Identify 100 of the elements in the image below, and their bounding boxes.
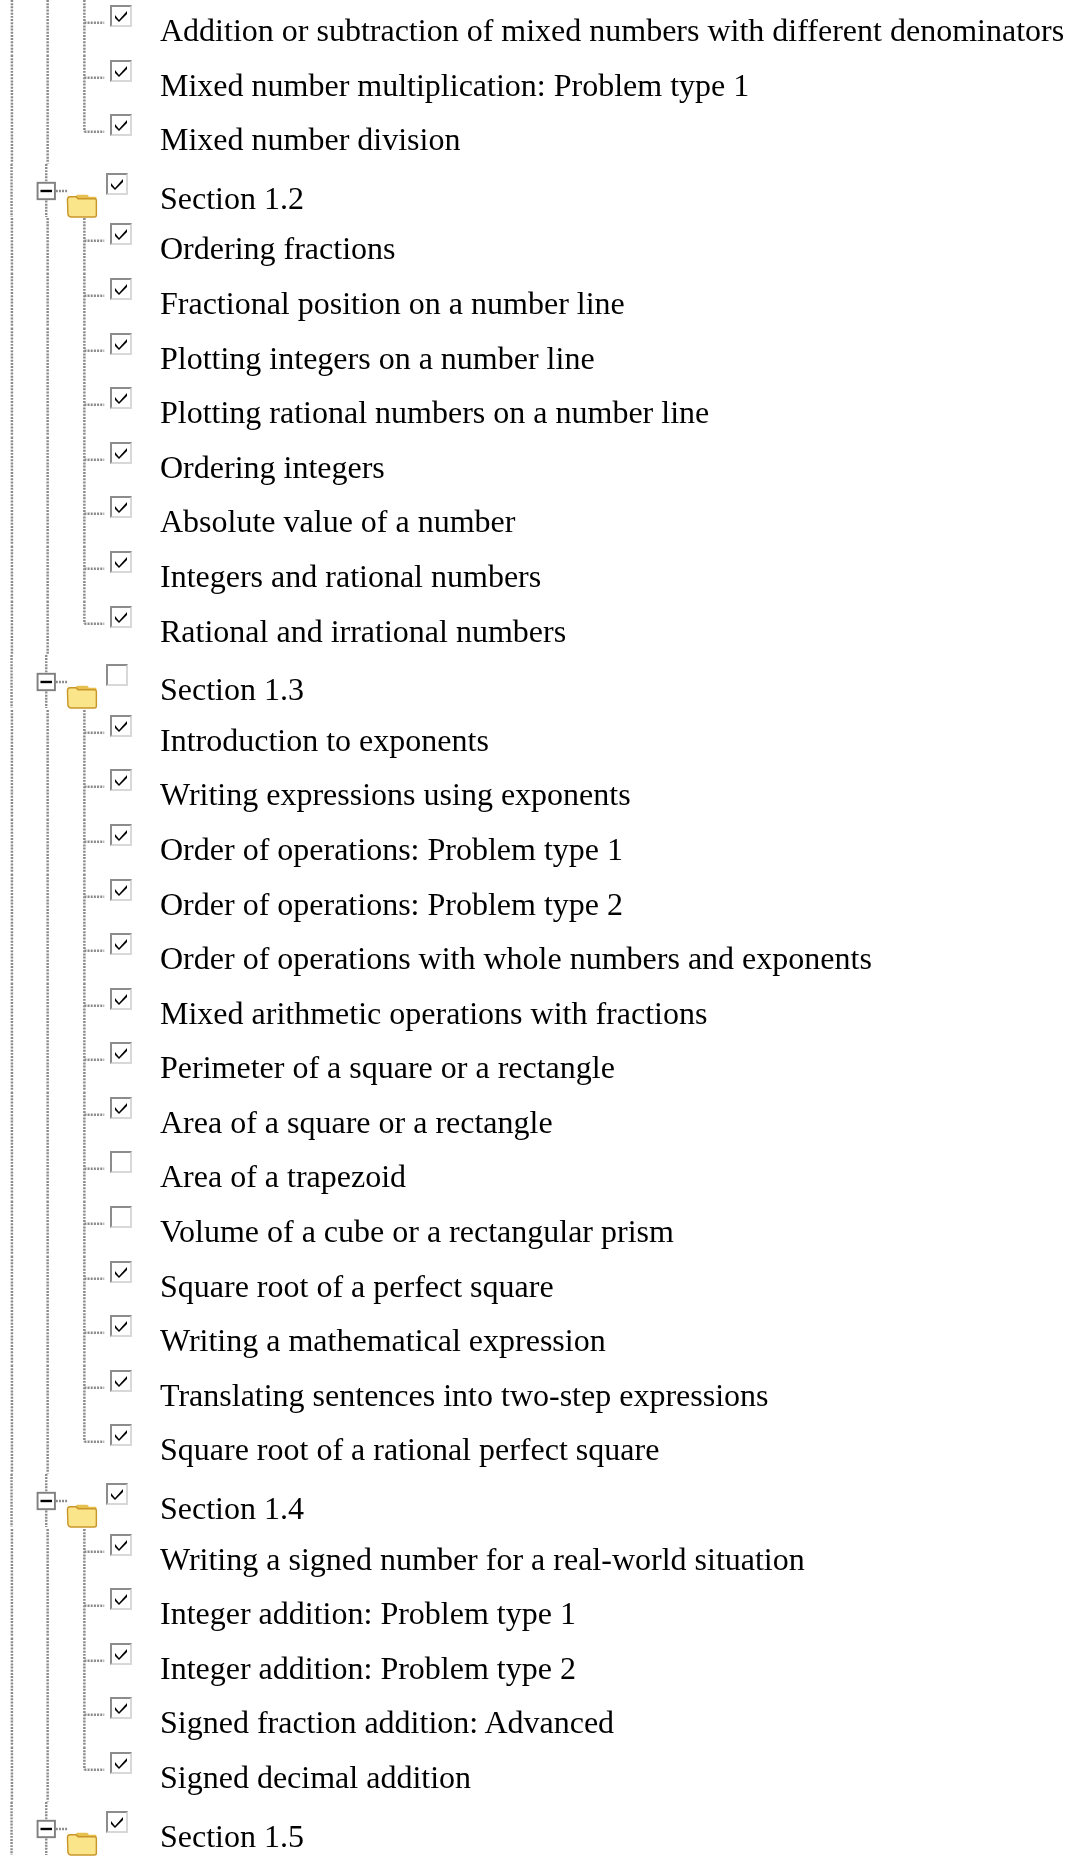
tree-item-label[interactable]: Absolute value of a number [160, 503, 516, 540]
tree-item-label[interactable]: Section 1.5 [160, 1817, 304, 1854]
checkbox[interactable] [110, 1424, 132, 1447]
folder-icon [66, 685, 98, 709]
tree-item-label[interactable]: Translating sentences into two-step expressions [160, 1376, 769, 1413]
checkmark-icon [114, 992, 128, 1005]
checkbox[interactable] [110, 5, 132, 27]
checkbox[interactable] [110, 277, 132, 300]
tree-item-label[interactable]: Section 1.4 [160, 1490, 304, 1527]
tree-item-label[interactable]: Mixed arithmetic operations with fractions [160, 994, 708, 1031]
checkbox[interactable] [110, 387, 132, 410]
checkbox[interactable] [110, 1096, 132, 1119]
tree-item-label[interactable]: Area of a trapezoid [160, 1158, 407, 1195]
checkmark-icon [114, 392, 128, 405]
checkmark-icon [114, 1538, 128, 1551]
tree-item-label[interactable]: Writing a mathematical expression [160, 1322, 606, 1359]
checkbox[interactable] [110, 1260, 132, 1283]
checkbox[interactable] [110, 114, 132, 137]
checkbox[interactable] [106, 172, 128, 195]
tree-item-label[interactable]: Plotting integers on a number line [160, 339, 595, 376]
checkmark-icon [114, 610, 128, 623]
tree-item-label[interactable]: Integers and rational numbers [160, 557, 542, 594]
checkbox[interactable] [110, 1642, 132, 1665]
tree-item-label[interactable]: Section 1.2 [160, 179, 304, 216]
tree-item-label[interactable]: Area of a square or a rectangle [160, 1103, 553, 1140]
checkbox[interactable] [110, 223, 132, 246]
tree-item-label[interactable]: Square root of a rational perfect square [160, 1431, 660, 1468]
checkmark-icon [114, 828, 128, 841]
checkmark-icon [114, 228, 128, 241]
checkbox[interactable] [110, 1752, 132, 1774]
checkmark-icon [114, 1101, 128, 1114]
checkmark-icon [114, 938, 128, 951]
checkmark-icon [114, 719, 128, 732]
checkmark-icon [114, 555, 128, 568]
collapse-toggle[interactable] [36, 181, 56, 200]
collapse-toggle[interactable] [36, 1819, 56, 1838]
checkbox[interactable] [110, 933, 132, 956]
tree-item-label[interactable]: Addition or subtraction of mixed numbers with different denominators [160, 12, 1065, 48]
tree-item-label[interactable]: Integer addition: Problem type 2 [160, 1649, 576, 1686]
checkbox[interactable] [110, 823, 132, 846]
checkmark-icon [114, 10, 128, 22]
tree-item-label[interactable]: Section 1.3 [160, 671, 304, 708]
tree-item-label[interactable]: Rational and irrational numbers [160, 612, 567, 649]
checkbox[interactable] [110, 987, 132, 1010]
checkbox[interactable] [106, 664, 128, 687]
checkmark-icon [110, 1815, 124, 1828]
checkmark-icon [114, 64, 128, 77]
checkbox[interactable] [106, 1483, 128, 1506]
tree-item-label[interactable]: Square root of a perfect square [160, 1267, 554, 1304]
tree-item-label[interactable]: Order of operations with whole numbers and exponents [160, 940, 872, 977]
checkbox[interactable] [110, 496, 132, 519]
checkmark-icon [114, 1647, 128, 1660]
tree-item-label[interactable]: Perimeter of a square or a rectangle [160, 1049, 615, 1086]
checkbox[interactable] [110, 441, 132, 464]
tree-item-label[interactable]: Order of operations: Problem type 1 [160, 830, 623, 867]
checkbox[interactable] [110, 769, 132, 792]
tree-item-label[interactable]: Writing a signed number for a real-world situation [160, 1540, 805, 1577]
folder-icon [66, 193, 98, 218]
checkmark-icon [114, 1593, 128, 1606]
checkmark-icon [114, 1047, 128, 1060]
tree-item-label[interactable]: Writing expressions using exponents [160, 776, 631, 813]
checkmark-icon [114, 1374, 128, 1387]
tree-item-label[interactable]: Introduction to exponents [160, 721, 489, 758]
checkbox[interactable] [110, 550, 132, 573]
checkbox[interactable] [106, 1810, 128, 1833]
checkbox[interactable] [110, 332, 132, 355]
tree-item-label[interactable]: Plotting rational numbers on a number line [160, 394, 710, 431]
checkbox[interactable] [110, 1697, 132, 1720]
checkbox[interactable] [110, 1369, 132, 1392]
folder-icon [66, 1503, 98, 1528]
tree-item-label[interactable]: Volume of a cube or a rectangular prism [160, 1213, 674, 1250]
collapse-toggle[interactable] [36, 1491, 56, 1511]
checkmark-icon [114, 1702, 128, 1715]
checkbox[interactable] [110, 1588, 132, 1611]
tree-item-label[interactable]: Signed fraction addition: Advanced [160, 1704, 615, 1741]
tree-item-label[interactable]: Ordering fractions [160, 230, 396, 267]
checkbox[interactable] [110, 1042, 132, 1065]
checkbox[interactable] [110, 714, 132, 737]
checkbox[interactable] [110, 1315, 132, 1338]
checkmark-icon [114, 1320, 128, 1333]
collapse-toggle[interactable] [36, 672, 56, 692]
checkmark-icon [114, 501, 128, 514]
tree-item-label[interactable]: Mixed number multiplication: Problem type 1 [160, 66, 750, 103]
checkmark-icon [110, 177, 124, 190]
checkbox[interactable] [110, 1533, 132, 1556]
checkbox[interactable] [110, 605, 132, 628]
tree-item-label[interactable]: Fractional position on a number line [160, 284, 625, 321]
tree-item-label[interactable]: Integer addition: Problem type 1 [160, 1595, 576, 1632]
tree-item-label[interactable]: Order of operations: Problem type 2 [160, 885, 623, 922]
tree-item-label[interactable]: Ordering integers [160, 448, 385, 485]
checkmark-icon [114, 282, 128, 295]
checkbox[interactable] [110, 59, 132, 82]
checkbox[interactable] [110, 1151, 132, 1174]
checkmark-icon [114, 774, 128, 787]
checkbox[interactable] [110, 1206, 132, 1229]
checkbox[interactable] [110, 878, 132, 901]
checkmark-icon [114, 1429, 128, 1442]
tree-item-label[interactable]: Mixed number division [160, 121, 461, 158]
tree-item-label[interactable]: Signed decimal addition [160, 1759, 472, 1795]
checkmark-icon [110, 1488, 124, 1501]
